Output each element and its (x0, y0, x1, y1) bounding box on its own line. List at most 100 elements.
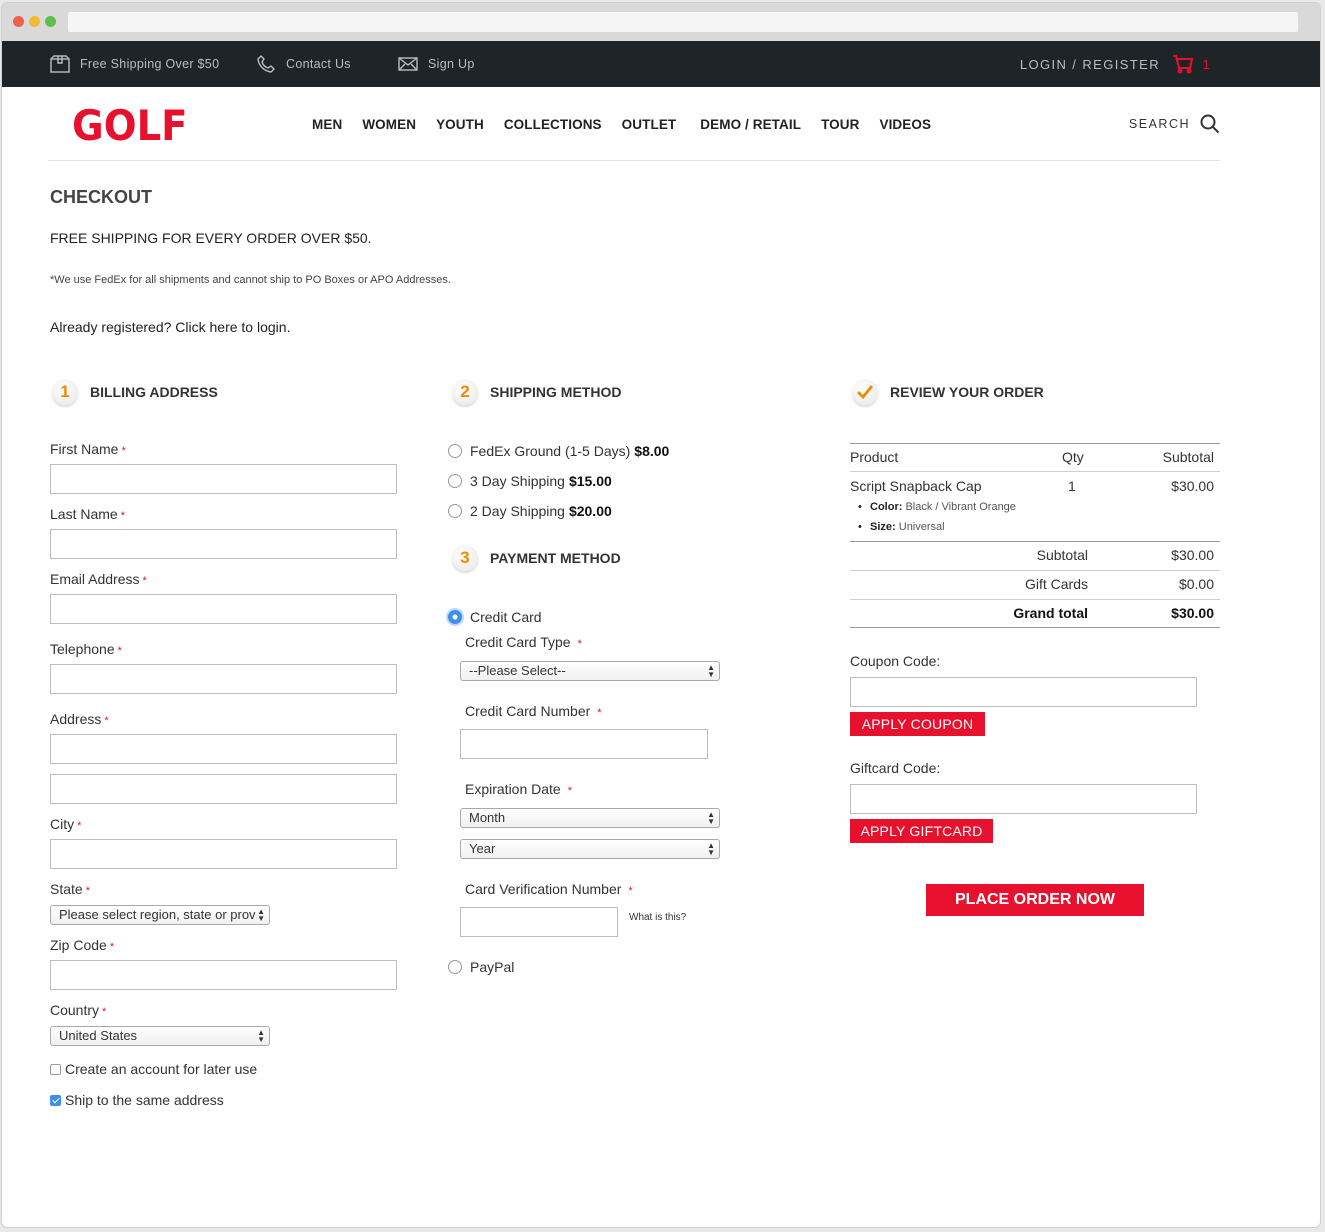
cvv-label: Card Verification Number * (465, 881, 633, 897)
card-type-label: Credit Card Type * (465, 634, 582, 650)
create-account-option[interactable]: Create an account for later use (50, 1061, 257, 1077)
place-order-button[interactable]: PLACE ORDER NOW (926, 884, 1144, 916)
search-toggle[interactable]: SEARCH (1129, 87, 1220, 161)
payment-option-credit-card[interactable]: Credit Card (448, 609, 542, 625)
cart-link[interactable]: 1 (1172, 41, 1210, 87)
address-line2-field[interactable] (50, 774, 397, 804)
signup-link[interactable]: Sign Up (398, 41, 475, 87)
free-shipping-link[interactable]: Free Shipping Over $50 (50, 41, 219, 87)
giftcard-field[interactable] (850, 784, 1197, 814)
shipping-radio[interactable] (448, 474, 462, 488)
select-arrows-icon: ▲ ▼ (257, 907, 265, 923)
cvv-field[interactable] (460, 907, 618, 937)
zip-label: Zip Code * (50, 937, 115, 953)
close-window-icon[interactable] (13, 16, 24, 27)
col-product: Product (850, 449, 899, 465)
top-bar: Free Shipping Over $50 Contact Us Sign U… (2, 41, 1320, 87)
items-bottom-border (850, 541, 1220, 542)
shipping-option-fedex[interactable]: FedEx Ground (1-5 Days) $8.00 (448, 443, 669, 459)
expiration-year-select[interactable]: Year ▲ ▼ (460, 839, 720, 859)
item-option-size: Size: Universal (858, 521, 945, 533)
site-logo[interactable]: GOLF (72, 101, 188, 150)
login-register-link[interactable]: LOGIN / REGISTER (1020, 41, 1160, 87)
shipping-option-label: 3 Day Shipping (470, 473, 565, 489)
site-header: GOLF MEN WOMEN YOUTH COLLECTIONS OUTLET … (48, 87, 1220, 161)
shipping-heading: 2 SHIPPING METHOD (452, 379, 621, 405)
email-field[interactable] (50, 594, 397, 624)
shipping-option-price: $20.00 (568, 503, 612, 519)
minimize-window-icon[interactable] (29, 16, 40, 27)
card-type-value: --Please Select-- (469, 663, 566, 678)
address-bar[interactable] (68, 12, 1298, 32)
table-header-border (850, 471, 1220, 472)
city-label: City * (50, 816, 82, 832)
shipping-option-3day[interactable]: 3 Day Shipping $15.00 (448, 473, 612, 489)
shipping-option-2day[interactable]: 2 Day Shipping $20.00 (448, 503, 612, 519)
row-border (850, 599, 1220, 600)
grand-total-value: $30.00 (1171, 605, 1214, 621)
shipping-radio[interactable] (448, 504, 462, 518)
nav-outlet[interactable]: OUTLET (622, 117, 677, 132)
maximize-window-icon[interactable] (45, 16, 56, 27)
credit-card-radio[interactable] (448, 610, 462, 624)
browser-window: Free Shipping Over $50 Contact Us Sign U… (1, 2, 1321, 1228)
card-number-field[interactable] (460, 729, 708, 759)
table-top-border (850, 443, 1220, 444)
payment-option-paypal[interactable]: PayPal (448, 959, 514, 975)
checkmark-icon (852, 379, 878, 405)
nav-videos[interactable]: VIDEOS (879, 117, 931, 132)
credit-card-label: Credit Card (470, 609, 542, 625)
apply-giftcard-button[interactable]: APPLY GIFTCARD (850, 819, 993, 843)
signup-label: Sign Up (428, 57, 475, 71)
item-qty: 1 (1068, 478, 1076, 494)
contact-label: Contact Us (286, 57, 351, 71)
state-select-value: Please select region, state or province (59, 907, 255, 922)
apply-coupon-button[interactable]: APPLY COUPON (850, 712, 985, 736)
country-label: Country * (50, 1002, 107, 1018)
cvv-help-link[interactable]: What is this? (629, 912, 686, 923)
row-border (850, 570, 1220, 571)
subtotal-label: Subtotal (1036, 547, 1088, 563)
select-arrows-icon: ▲ ▼ (707, 810, 715, 826)
expiration-label: Expiration Date * (465, 781, 572, 797)
zip-field[interactable] (50, 960, 397, 990)
search-label: SEARCH (1128, 117, 1190, 131)
card-type-select[interactable]: --Please Select-- ▲ ▼ (460, 661, 720, 681)
nav-collections[interactable]: COLLECTIONS (504, 117, 602, 132)
city-field[interactable] (50, 839, 397, 869)
billing-heading: 1 BILLING ADDRESS (52, 379, 218, 405)
ship-same-checkbox[interactable] (50, 1094, 61, 1106)
expiration-month-select[interactable]: Month ▲ ▼ (460, 808, 720, 828)
coupon-field[interactable] (850, 677, 1197, 707)
nav-women[interactable]: WOMEN (362, 117, 416, 132)
contact-link[interactable]: Contact Us (256, 41, 351, 87)
country-select[interactable]: United States ▲ ▼ (50, 1026, 270, 1046)
browser-chrome (2, 3, 1320, 41)
review-title: REVIEW YOUR ORDER (890, 384, 1044, 400)
ship-same-option[interactable]: Ship to the same address (50, 1092, 224, 1108)
last-name-field[interactable] (50, 529, 397, 559)
nav-men[interactable]: MEN (312, 117, 342, 132)
nav-demo-retail[interactable]: DEMO / RETAIL (700, 117, 801, 132)
col-subtotal: Subtotal (1162, 449, 1214, 465)
item-option-color: Color: Black / Vibrant Orange (858, 501, 1016, 513)
nav-youth[interactable]: YOUTH (436, 117, 484, 132)
giftcards-value: $0.00 (1178, 576, 1214, 592)
step-two-icon: 2 (452, 379, 478, 405)
first-name-label: First Name * (50, 441, 126, 457)
shipping-option-label: 2 Day Shipping (470, 503, 565, 519)
shipping-radio[interactable] (448, 444, 462, 458)
paypal-radio[interactable] (448, 960, 462, 974)
nav-tour[interactable]: TOUR (821, 117, 859, 132)
search-icon (1200, 114, 1220, 134)
login-prompt-link[interactable]: Already registered? Click here to login. (50, 319, 290, 335)
select-arrows-icon: ▲ ▼ (257, 1028, 265, 1044)
address-line1-field[interactable] (50, 734, 397, 764)
state-select[interactable]: Please select region, state or province … (50, 905, 270, 925)
step-one-icon: 1 (52, 379, 78, 405)
create-account-checkbox[interactable] (50, 1063, 61, 1075)
telephone-field[interactable] (50, 664, 397, 694)
year-value: Year (469, 841, 496, 856)
address-label: Address * (50, 711, 109, 727)
first-name-field[interactable] (50, 464, 397, 494)
